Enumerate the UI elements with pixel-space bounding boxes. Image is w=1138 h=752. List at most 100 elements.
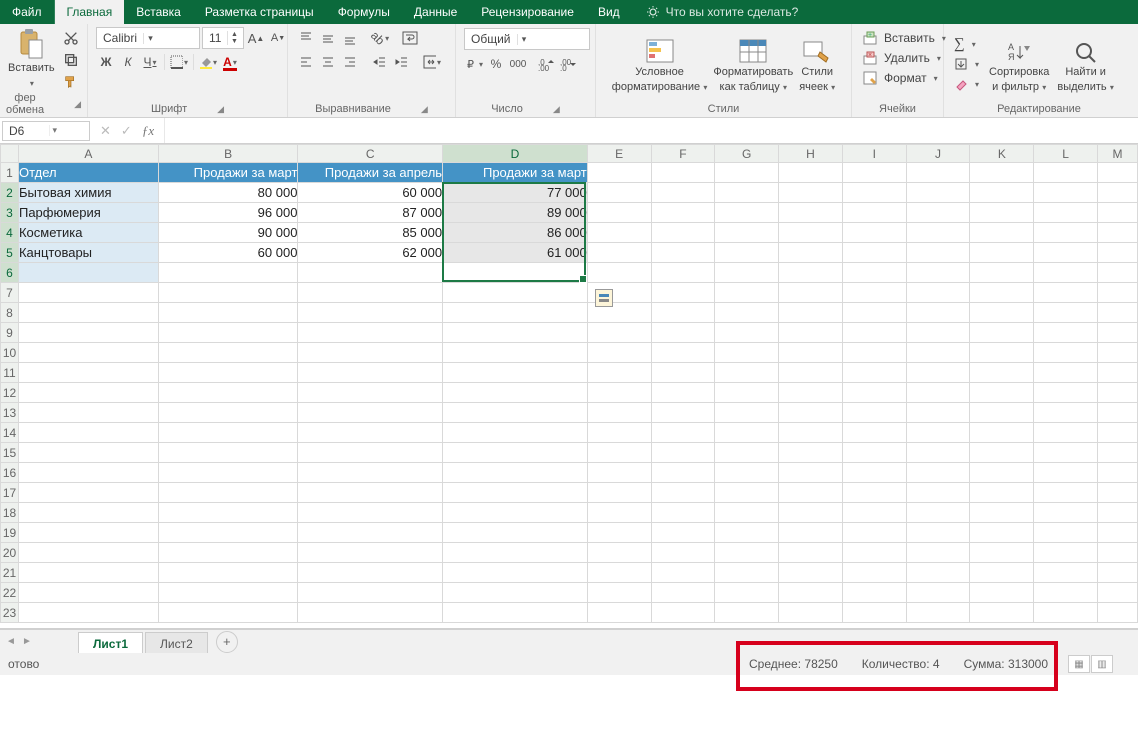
font-size-combo[interactable]: 11▲▼ bbox=[202, 27, 244, 49]
cell-M20[interactable] bbox=[1098, 543, 1138, 563]
cell-F21[interactable] bbox=[651, 563, 715, 583]
number-format-combo[interactable]: Общий▾ bbox=[464, 28, 590, 50]
cell-A20[interactable] bbox=[18, 543, 158, 563]
cell-I8[interactable] bbox=[842, 303, 906, 323]
cell-J2[interactable] bbox=[906, 183, 970, 203]
sort-filter-button[interactable]: АЯ Сортировка и фильтр ▾ bbox=[989, 40, 1049, 94]
cell-K14[interactable] bbox=[970, 423, 1034, 443]
cell-B4[interactable]: 90 000 bbox=[158, 223, 298, 243]
cell-L2[interactable] bbox=[1034, 183, 1098, 203]
cell-E3[interactable] bbox=[587, 203, 651, 223]
cell-D2[interactable]: 77 000 bbox=[443, 183, 588, 203]
cell-F10[interactable] bbox=[651, 343, 715, 363]
cell-G6[interactable] bbox=[715, 263, 779, 283]
cell-F18[interactable] bbox=[651, 503, 715, 523]
increase-indent-button[interactable] bbox=[392, 52, 412, 72]
col-header-H[interactable]: H bbox=[779, 145, 843, 163]
row-header-2[interactable]: 2 bbox=[1, 183, 19, 203]
cell-L17[interactable] bbox=[1034, 483, 1098, 503]
cell-H23[interactable] bbox=[779, 603, 843, 623]
format-as-table-button[interactable]: Форматировать как таблицу ▾ bbox=[713, 38, 793, 94]
cell-M13[interactable] bbox=[1098, 403, 1138, 423]
cell-H7[interactable] bbox=[779, 283, 843, 303]
cell-I5[interactable] bbox=[842, 243, 906, 263]
row-header-10[interactable]: 10 bbox=[1, 343, 19, 363]
cell-B1[interactable]: Продажи за март bbox=[158, 163, 298, 183]
autofill-options-icon[interactable] bbox=[595, 289, 613, 307]
cell-C1[interactable]: Продажи за апрель bbox=[298, 163, 443, 183]
col-header-K[interactable]: K bbox=[970, 145, 1034, 163]
cell-M8[interactable] bbox=[1098, 303, 1138, 323]
cell-F14[interactable] bbox=[651, 423, 715, 443]
cell-D20[interactable] bbox=[443, 543, 588, 563]
cell-B18[interactable] bbox=[158, 503, 298, 523]
cell-M2[interactable] bbox=[1098, 183, 1138, 203]
cell-L19[interactable] bbox=[1034, 523, 1098, 543]
row-header-12[interactable]: 12 bbox=[1, 383, 19, 403]
cell-K23[interactable] bbox=[970, 603, 1034, 623]
format-cells-button[interactable]: Формат▾ bbox=[860, 68, 940, 88]
cell-B8[interactable] bbox=[158, 303, 298, 323]
cell-L21[interactable] bbox=[1034, 563, 1098, 583]
format-painter-button[interactable] bbox=[61, 72, 81, 92]
cell-K18[interactable] bbox=[970, 503, 1034, 523]
cell-J23[interactable] bbox=[906, 603, 970, 623]
cell-H18[interactable] bbox=[779, 503, 843, 523]
cell-J20[interactable] bbox=[906, 543, 970, 563]
cell-H22[interactable] bbox=[779, 583, 843, 603]
cell-C12[interactable] bbox=[298, 383, 443, 403]
merge-button[interactable]: ▾ bbox=[422, 52, 442, 72]
cell-L9[interactable] bbox=[1034, 323, 1098, 343]
italic-button[interactable]: К bbox=[118, 52, 138, 72]
cell-J7[interactable] bbox=[906, 283, 970, 303]
cell-E17[interactable] bbox=[587, 483, 651, 503]
cell-G18[interactable] bbox=[715, 503, 779, 523]
row-header-5[interactable]: 5 bbox=[1, 243, 19, 263]
spreadsheet-grid[interactable]: ABCDEFGHIJKLM1ОтделПродажи за мартПродаж… bbox=[0, 144, 1138, 629]
cell-K3[interactable] bbox=[970, 203, 1034, 223]
cell-G8[interactable] bbox=[715, 303, 779, 323]
row-header-6[interactable]: 6 bbox=[1, 263, 19, 283]
cell-A1[interactable]: Отдел bbox=[18, 163, 158, 183]
cell-B20[interactable] bbox=[158, 543, 298, 563]
cell-M19[interactable] bbox=[1098, 523, 1138, 543]
fill-button[interactable]: ▾ bbox=[952, 54, 981, 74]
row-header-18[interactable]: 18 bbox=[1, 503, 19, 523]
row-header-11[interactable]: 11 bbox=[1, 363, 19, 383]
cell-L13[interactable] bbox=[1034, 403, 1098, 423]
cell-C3[interactable]: 87 000 bbox=[298, 203, 443, 223]
col-header-M[interactable]: M bbox=[1098, 145, 1138, 163]
cell-L7[interactable] bbox=[1034, 283, 1098, 303]
cell-D1[interactable]: Продажи за март bbox=[443, 163, 588, 183]
cell-K11[interactable] bbox=[970, 363, 1034, 383]
col-header-E[interactable]: E bbox=[587, 145, 651, 163]
cell-D5[interactable]: 61 000 bbox=[443, 243, 588, 263]
cell-H17[interactable] bbox=[779, 483, 843, 503]
col-header-B[interactable]: B bbox=[158, 145, 298, 163]
cell-D23[interactable] bbox=[443, 603, 588, 623]
cell-D15[interactable] bbox=[443, 443, 588, 463]
orientation-button[interactable]: ab▾ bbox=[370, 28, 390, 48]
cell-D19[interactable] bbox=[443, 523, 588, 543]
border-button[interactable]: ▾ bbox=[169, 52, 189, 72]
cell-L23[interactable] bbox=[1034, 603, 1098, 623]
cell-K13[interactable] bbox=[970, 403, 1034, 423]
cell-F15[interactable] bbox=[651, 443, 715, 463]
cell-C19[interactable] bbox=[298, 523, 443, 543]
cell-I4[interactable] bbox=[842, 223, 906, 243]
cell-I11[interactable] bbox=[842, 363, 906, 383]
cell-C11[interactable] bbox=[298, 363, 443, 383]
cell-C21[interactable] bbox=[298, 563, 443, 583]
cell-L20[interactable] bbox=[1034, 543, 1098, 563]
cell-L6[interactable] bbox=[1034, 263, 1098, 283]
cut-button[interactable] bbox=[61, 28, 81, 48]
row-header-19[interactable]: 19 bbox=[1, 523, 19, 543]
cell-I10[interactable] bbox=[842, 343, 906, 363]
formula-input[interactable] bbox=[164, 118, 1138, 143]
cell-A3[interactable]: Парфюмерия bbox=[18, 203, 158, 223]
cell-E14[interactable] bbox=[587, 423, 651, 443]
cell-C8[interactable] bbox=[298, 303, 443, 323]
bold-button[interactable]: Ж bbox=[96, 52, 116, 72]
cell-F9[interactable] bbox=[651, 323, 715, 343]
cell-B9[interactable] bbox=[158, 323, 298, 343]
